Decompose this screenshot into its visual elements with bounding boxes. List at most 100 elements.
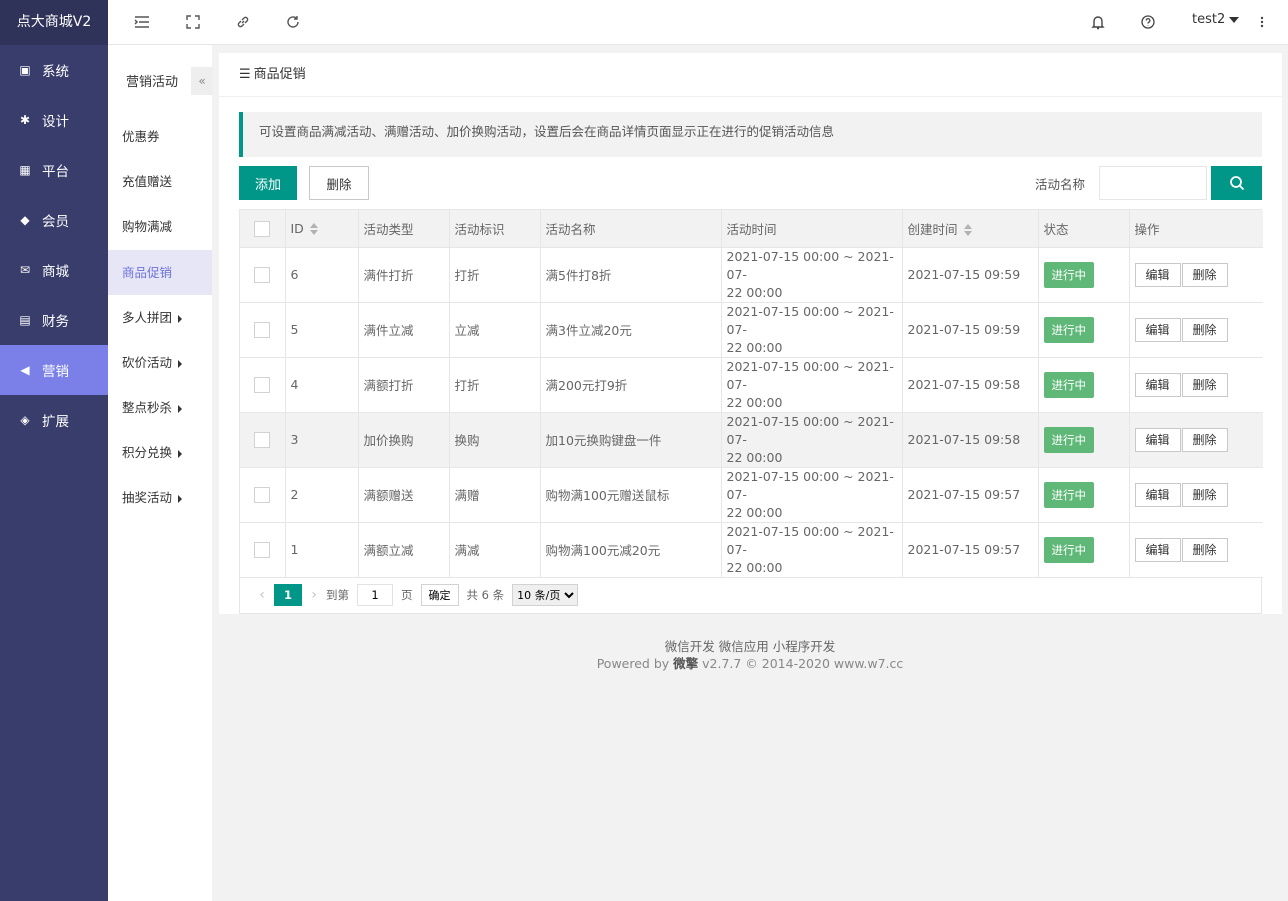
time-line-2: 22 00:00	[726, 504, 783, 520]
row-delete-button[interactable]: 删除	[1181, 262, 1228, 287]
sub-menu-item[interactable]: 优惠券	[108, 114, 212, 159]
footer-link[interactable]: 微信开发	[665, 639, 715, 654]
sidebar-item-label: 财务	[42, 314, 69, 330]
goto-confirm-button[interactable]: 确定	[420, 584, 459, 606]
bell-icon[interactable]	[1089, 13, 1107, 31]
time-line-1: 2021-07-15 00:00 ~ 2021-07-	[726, 303, 894, 337]
sub-menu-item[interactable]: 充值赠送	[108, 159, 212, 204]
add-button[interactable]: 添加	[239, 166, 297, 200]
card-header: ☰ 商品促销	[219, 53, 1282, 97]
promotion-table: ID 活动类型 活动标识 活动名称 活动时间 创建时间 状态 操作 6 满件打折打…	[239, 209, 1263, 614]
link-icon[interactable]	[234, 13, 252, 31]
help-icon[interactable]	[1139, 13, 1157, 31]
cell-type: 满件打折	[358, 247, 450, 303]
table-row[interactable]: 6 满件打折 打折 满5件打8折 2021-07-15 00:00 ~ 2021-07-…	[240, 247, 1263, 303]
time-line-2: 22 00:00	[726, 284, 783, 300]
delete-button[interactable]: 删除	[309, 166, 369, 200]
current-page[interactable]: 1	[274, 584, 302, 606]
page-size-select[interactable]: 10 条/页	[512, 584, 579, 606]
table-row[interactable]: 5 满件立减 立减 满3件立减20元 2021-07-15 00:00 ~ 2021-0…	[240, 302, 1263, 358]
sidebar-item[interactable]: ✱ 设计	[0, 95, 108, 145]
powered-brand[interactable]: 微擎	[673, 656, 698, 671]
sidebar-item[interactable]: ▣ 系统	[0, 45, 108, 95]
edit-button[interactable]: 编辑	[1134, 262, 1181, 287]
caret-right-icon	[178, 494, 183, 503]
sub-menu-item[interactable]: 积分兑换	[108, 430, 212, 475]
prev-page-icon[interactable]: ‹	[250, 587, 274, 603]
table-row[interactable]: 4 满额打折 打折 满200元打9折 2021-07-15 00:00 ~ 2021-0…	[240, 357, 1263, 413]
cell-created: 2021-07-15 09:57	[902, 522, 1039, 578]
sidebar-item[interactable]: ◈ 扩展	[0, 395, 108, 445]
sub-menu-item-label: 购物满减	[122, 219, 173, 234]
row-checkbox[interactable]	[254, 541, 271, 558]
sidebar-item-label: 设计	[42, 114, 69, 130]
select-all-checkbox[interactable]	[254, 220, 271, 237]
sub-menu-item[interactable]: 抽奖活动	[108, 475, 212, 520]
fullscreen-icon[interactable]	[184, 13, 202, 31]
cell-name: 满3件立减20元	[540, 302, 722, 358]
pagination: ‹ 1 › 到第 页 确定 共 6 条 10 条/页	[240, 577, 1261, 613]
table-row[interactable]: 1 满额立减 满减 购物满100元减20元 2021-07-15 00:00 ~ 202…	[240, 522, 1263, 578]
sidebar-item-label: 扩展	[42, 414, 69, 430]
cell-tag: 立减	[449, 302, 541, 358]
row-checkbox[interactable]	[254, 266, 271, 283]
refresh-icon[interactable]	[284, 13, 302, 31]
row-delete-button[interactable]: 删除	[1181, 372, 1228, 397]
row-checkbox[interactable]	[254, 486, 271, 503]
row-delete-button[interactable]: 删除	[1181, 537, 1228, 562]
collapse-icon[interactable]: «	[191, 67, 213, 95]
footer-link[interactable]: 微信应用	[719, 639, 769, 654]
row-checkbox[interactable]	[254, 321, 271, 338]
edit-button[interactable]: 编辑	[1134, 317, 1181, 342]
sidebar-item[interactable]: ◆ 会员	[0, 195, 108, 245]
user-menu[interactable]: test2	[1192, 12, 1240, 27]
cell-type: 满额立减	[358, 522, 450, 578]
megaphone-icon: ◀	[20, 363, 30, 377]
sub-menu-item-label: 抽奖活动	[122, 490, 173, 505]
wallet-icon: ▤	[19, 313, 31, 327]
search-button[interactable]	[1211, 166, 1262, 200]
goto-page-input[interactable]	[357, 584, 393, 606]
sidebar-item-label: 会员	[42, 214, 69, 230]
cell-tag: 满减	[449, 522, 541, 578]
sidebar-item-label: 营销	[42, 364, 69, 380]
time-line-1: 2021-07-15 00:00 ~ 2021-07-	[726, 413, 894, 447]
sort-icon[interactable]	[963, 224, 972, 237]
row-checkbox[interactable]	[254, 376, 271, 393]
search-input[interactable]	[1099, 166, 1207, 200]
edit-button[interactable]: 编辑	[1134, 427, 1181, 452]
time-line-1: 2021-07-15 00:00 ~ 2021-07-	[726, 468, 894, 502]
cell-time: 2021-07-15 00:00 ~ 2021-07- 22 00:00	[721, 522, 903, 578]
goto-label: 到第	[326, 588, 349, 602]
footer-link[interactable]: 小程序开发	[773, 639, 836, 654]
total-count: 共 6 条	[466, 588, 505, 602]
edit-button[interactable]: 编辑	[1134, 372, 1181, 397]
row-delete-button[interactable]: 删除	[1181, 427, 1228, 452]
sidebar-item[interactable]: ✉ 商城	[0, 245, 108, 295]
cell-type: 满额赠送	[358, 467, 450, 523]
edit-button[interactable]: 编辑	[1134, 537, 1181, 562]
more-vertical-icon[interactable]	[1253, 13, 1271, 31]
sidebar-item[interactable]: ▦ 平台	[0, 145, 108, 195]
status-badge: 进行中	[1043, 481, 1094, 508]
next-page-icon[interactable]: ›	[302, 587, 326, 603]
cell-time: 2021-07-15 00:00 ~ 2021-07- 22 00:00	[721, 247, 903, 303]
sub-menu-item[interactable]: 整点秒杀	[108, 385, 212, 430]
sub-menu-item[interactable]: 商品促销	[108, 250, 212, 295]
sidebar-item[interactable]: ▤ 财务	[0, 295, 108, 345]
sub-menu-item[interactable]: 购物满减	[108, 204, 212, 249]
menu-fold-icon[interactable]	[133, 13, 151, 31]
row-delete-button[interactable]: 删除	[1181, 482, 1228, 507]
status-badge: 进行中	[1043, 536, 1094, 563]
edit-button[interactable]: 编辑	[1134, 482, 1181, 507]
row-checkbox[interactable]	[254, 431, 271, 448]
row-delete-button[interactable]: 删除	[1181, 317, 1228, 342]
table-row[interactable]: 2 满额赠送 满赠 购物满100元赠送鼠标 2021-07-15 00:00 ~ 202…	[240, 467, 1263, 523]
sidebar-item[interactable]: ◀ 营销	[0, 345, 108, 395]
sub-menu-item-label: 多人拼团	[122, 310, 173, 325]
table-row[interactable]: 3 加价换购 换购 加10元换购键盘一件 2021-07-15 00:00 ~ 2021…	[240, 412, 1263, 468]
sub-menu-item[interactable]: 多人拼团	[108, 295, 212, 340]
sort-icon[interactable]	[309, 223, 318, 236]
sub-menu-item[interactable]: 砍价活动	[108, 340, 212, 385]
cell-name: 加10元换购键盘一件	[540, 412, 722, 468]
